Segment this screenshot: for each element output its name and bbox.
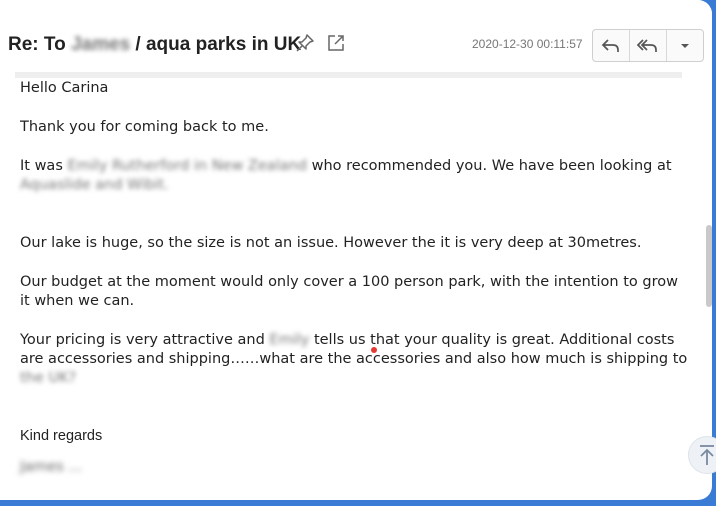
- subject-redacted-name: James: [70, 34, 131, 55]
- more-actions-button[interactable]: [667, 30, 703, 61]
- p2-redacted-1: Emily Rutherford in New Zealand: [67, 158, 307, 174]
- chevron-down-icon: [681, 43, 689, 48]
- email-subject: Re: To James / aqua parks in UK: [8, 34, 301, 56]
- paragraph-5: Your pricing is very attractive and Emil…: [20, 331, 690, 388]
- paragraph-1: Thank you for coming back to me.: [20, 119, 269, 135]
- greeting: Hello Carina: [20, 80, 109, 96]
- subject-prefix: Re: To: [8, 34, 71, 55]
- paragraph-2: It was Emily Rutherford in New Zealand w…: [20, 157, 690, 195]
- paragraph-4: Our budget at the moment would only cove…: [20, 274, 678, 309]
- p2-text-b: who recommended you. We have been lookin…: [307, 158, 672, 174]
- subject-suffix: / aqua parks in UK: [130, 34, 302, 55]
- email-window: Re: To James / aqua parks in UK 2020-12-…: [0, 0, 712, 500]
- pin-icon[interactable]: [295, 33, 315, 53]
- scrollbar-thumb[interactable]: [706, 225, 712, 307]
- p2-redacted-2: Aquaslide and Wibit.: [20, 177, 169, 193]
- p5-text-a: Your pricing is very attractive and: [20, 332, 270, 348]
- arrow-up-icon: [700, 445, 714, 465]
- signature-redacted: James ...: [20, 459, 83, 475]
- email-header: Re: To James / aqua parks in UK 2020-12-…: [0, 0, 712, 70]
- paragraph-3: Our lake is huge, so the size is not an …: [20, 235, 642, 251]
- reply-button-group: [592, 29, 704, 62]
- reply-button[interactable]: [593, 30, 630, 61]
- email-date: 2020-12-30 00:11:57: [472, 37, 583, 51]
- p2-text-a: It was: [20, 158, 68, 174]
- p5-redacted-1: Emily: [269, 332, 310, 348]
- content-top-edge: [15, 72, 682, 78]
- closing: Kind regards: [20, 428, 103, 444]
- cursor-marker: [371, 347, 377, 353]
- reply-all-icon: [637, 38, 657, 52]
- reply-icon: [601, 38, 619, 52]
- email-body: Hello Carina Thank you for coming back t…: [20, 79, 690, 477]
- p5-redacted-2: the UK?: [20, 370, 77, 386]
- reply-all-button[interactable]: [630, 30, 667, 61]
- open-external-icon[interactable]: [327, 34, 345, 52]
